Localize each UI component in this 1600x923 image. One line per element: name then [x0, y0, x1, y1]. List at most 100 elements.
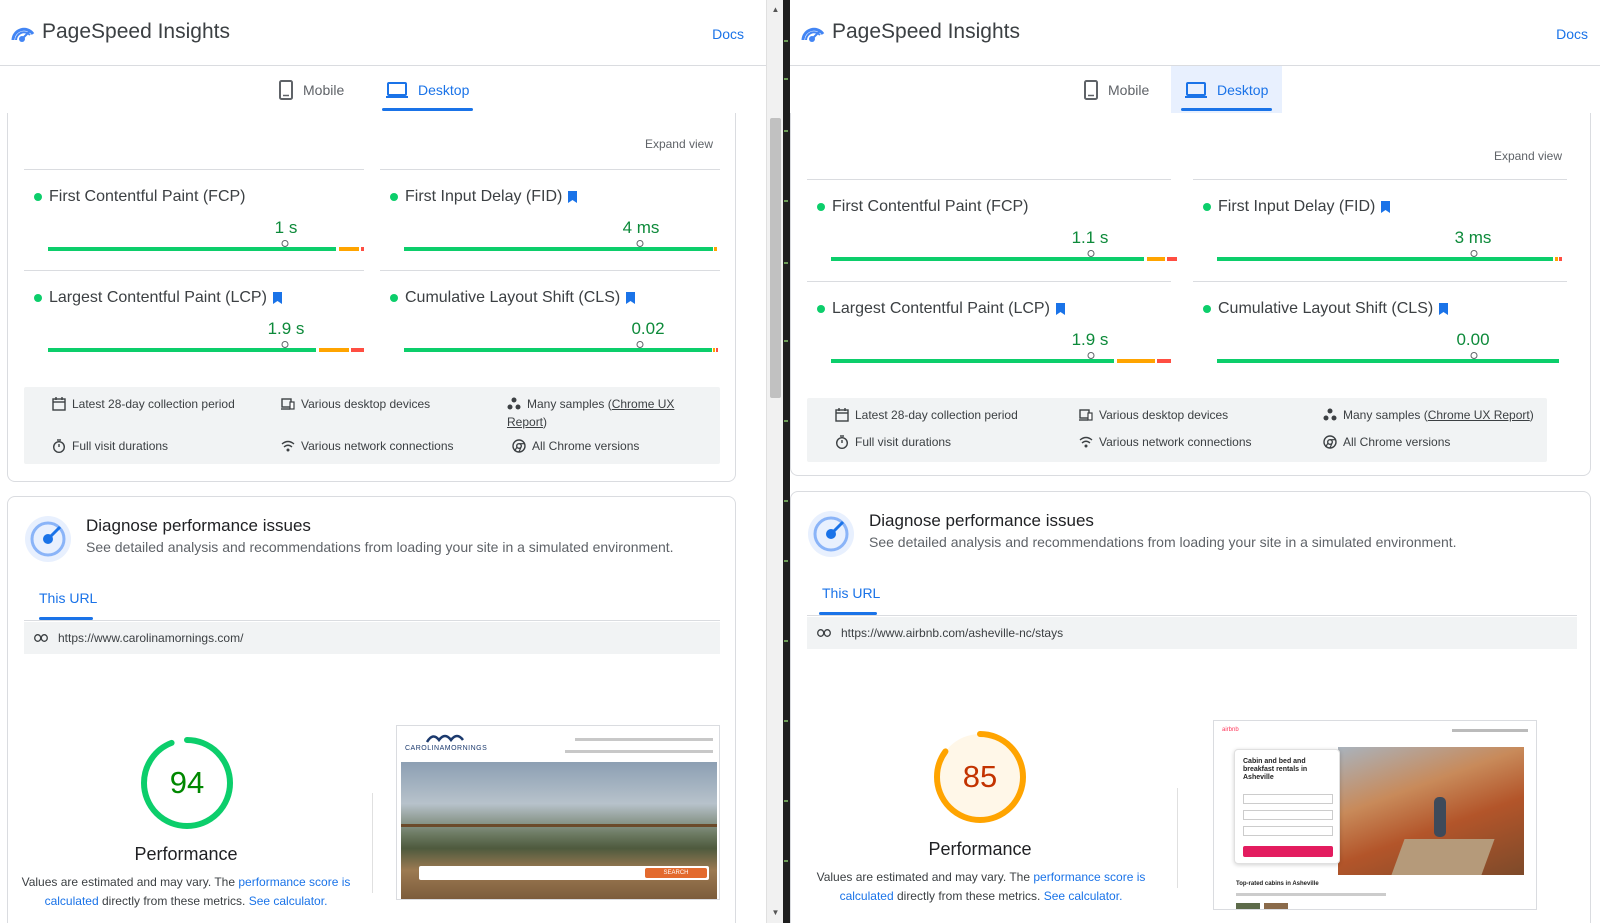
analyzed-url-bar: https://www.airbnb.com/asheville-nc/stay…: [807, 617, 1577, 649]
performance-score-link[interactable]: calculated: [45, 894, 99, 908]
laptop-icon: [1185, 82, 1207, 98]
metric-fid-distribution-bar: [1217, 250, 1563, 261]
tab-this-url[interactable]: This URL: [822, 585, 880, 601]
thumbnail-search-card: Cabin and bed and breakfast rentals in A…: [1234, 749, 1340, 864]
field-data-card: Expand view First Contentful Paint (FCP)…: [7, 113, 736, 482]
chrome-icon: [1323, 435, 1337, 449]
p75-marker: [1087, 352, 1095, 359]
info-durations: Full visit durations: [835, 433, 951, 451]
link-icon: [817, 629, 831, 637]
metric-fid: First Input Delay (FID) 3 ms: [1193, 179, 1567, 281]
expand-view-link[interactable]: Expand view: [1494, 149, 1562, 163]
thumbnail-brand: CAROLINAMORNINGS: [405, 745, 488, 752]
collection-info-box: Latest 28-day collection period Various …: [807, 398, 1547, 462]
performance-score-link[interactable]: performance score is: [1033, 870, 1145, 884]
metric-fid-distribution-bar: [404, 240, 717, 251]
metric-cls-value: 0.02: [631, 319, 665, 338]
scroll-down-arrow-icon[interactable]: ▼: [767, 905, 784, 921]
see-calculator-link[interactable]: See calculator.: [1044, 889, 1123, 903]
expand-view-link[interactable]: Expand view: [645, 137, 713, 151]
performance-note: Values are estimated and may vary. The p…: [21, 875, 351, 908]
average-segment: [713, 348, 715, 352]
bookmark-icon[interactable]: [1055, 303, 1065, 315]
good-status-dot: [817, 203, 825, 211]
p75-marker: [1470, 250, 1478, 257]
poor-segment: [361, 247, 364, 251]
performance-gauge: 94: [137, 733, 237, 833]
chrome-ux-report-link[interactable]: Report: [507, 415, 543, 429]
docs-link[interactable]: Docs: [712, 26, 744, 42]
scroll-thumb[interactable]: [770, 118, 781, 398]
scroll-up-arrow-icon[interactable]: ▲: [767, 2, 784, 18]
analyzed-url: https://www.airbnb.com/asheville-nc/stay…: [841, 626, 1064, 640]
metric-cls-distribution-bar: [404, 341, 718, 352]
metric-fid-value: 4 ms: [622, 218, 660, 237]
bookmark-icon[interactable]: [626, 292, 636, 304]
performance-note: Values are estimated and may vary. The p…: [816, 870, 1146, 903]
tab-desktop[interactable]: Desktop: [372, 66, 483, 114]
metric-fcp: First Contentful Paint (FCP) 1.1 s: [807, 179, 1177, 281]
thumbnail-search-button: [1243, 846, 1333, 857]
performance-score: 94: [169, 765, 205, 800]
laptop-icon: [386, 82, 408, 98]
performance-gauge: 85: [930, 727, 1030, 827]
poor-segment: [351, 348, 364, 352]
tab-mobile-label: Mobile: [1108, 82, 1150, 98]
info-devices: Various desktop devices: [281, 395, 430, 413]
metric-cls-name: Cumulative Layout Shift (CLS): [1218, 300, 1434, 317]
devices-icon: [1079, 409, 1093, 421]
info-period: Latest 28-day collection period: [835, 406, 1018, 424]
good-status-dot: [34, 294, 42, 302]
page-screenshot-thumbnail: airbnb Cabin and bed and breakfast renta…: [1213, 720, 1537, 910]
stopwatch-icon: [836, 435, 848, 449]
p75-marker: [1470, 352, 1478, 359]
chrome-ux-report-link[interactable]: Chrome UX Report: [1428, 408, 1530, 422]
performance-score-link[interactable]: performance score is: [238, 875, 350, 889]
tab-this-url[interactable]: This URL: [39, 590, 97, 606]
metric-lcp-distribution-bar: [831, 352, 1171, 363]
chrome-ux-report-link[interactable]: Chrome UX: [612, 397, 675, 411]
link-icon: [34, 634, 48, 642]
metric-lcp: Largest Contentful Paint (LCP) 1.9 s: [24, 270, 364, 385]
metric-cls-distribution-bar: [1217, 352, 1563, 363]
see-calculator-link[interactable]: See calculator.: [249, 894, 328, 908]
average-segment: [1147, 257, 1165, 261]
bookmark-icon[interactable]: [568, 191, 578, 203]
metric-fcp-distribution-bar: [48, 240, 364, 251]
average-segment: [714, 247, 717, 251]
good-segment: [1217, 359, 1559, 363]
metric-lcp-name: Largest Contentful Paint (LCP): [832, 300, 1050, 317]
bookmark-icon[interactable]: [272, 292, 282, 304]
tab-desktop[interactable]: Desktop: [1171, 66, 1283, 114]
bookmark-icon[interactable]: [1439, 303, 1449, 315]
metric-cls-name: Cumulative Layout Shift (CLS): [405, 289, 621, 306]
metric-fcp-distribution-bar: [831, 250, 1177, 261]
app-title: PageSpeed Insights: [42, 20, 230, 43]
left-report-panel: PageSpeed Insights Docs Mobile Desktop E…: [0, 0, 766, 923]
poor-segment: [716, 348, 718, 352]
performance-score-link[interactable]: calculated: [840, 889, 894, 903]
average-segment: [1117, 359, 1155, 363]
bookmark-icon[interactable]: [1381, 201, 1391, 213]
good-segment: [831, 257, 1144, 261]
info-samples: Many samples (Chrome UX Report): [507, 397, 675, 429]
app-header: PageSpeed Insights Docs: [790, 0, 1600, 66]
metric-lcp-value: 1.9 s: [267, 319, 305, 338]
app-header: PageSpeed Insights Docs: [0, 0, 766, 66]
metric-fcp-name: First Contentful Paint (FCP): [832, 198, 1029, 215]
left-panel-scrollbar[interactable]: ▲ ▼: [766, 0, 783, 923]
tab-mobile[interactable]: Mobile: [265, 66, 358, 114]
metric-fid-name: First Input Delay (FID): [405, 188, 563, 205]
diagnose-card: Diagnose performance issues See detailed…: [790, 491, 1591, 923]
screen: PageSpeed Insights Docs Mobile Desktop E…: [0, 0, 1600, 923]
info-network: Various network connections: [1079, 433, 1252, 451]
docs-link[interactable]: Docs: [1556, 26, 1588, 42]
smartphone-icon: [1084, 80, 1098, 100]
metric-fcp-value: 1.1 s: [1071, 228, 1109, 247]
smartphone-icon: [279, 80, 293, 100]
tab-mobile[interactable]: Mobile: [1070, 66, 1163, 114]
performance-label: Performance: [928, 839, 1032, 859]
performance-score: 85: [962, 759, 998, 794]
calendar-icon: [835, 408, 849, 422]
good-status-dot: [1203, 305, 1211, 313]
